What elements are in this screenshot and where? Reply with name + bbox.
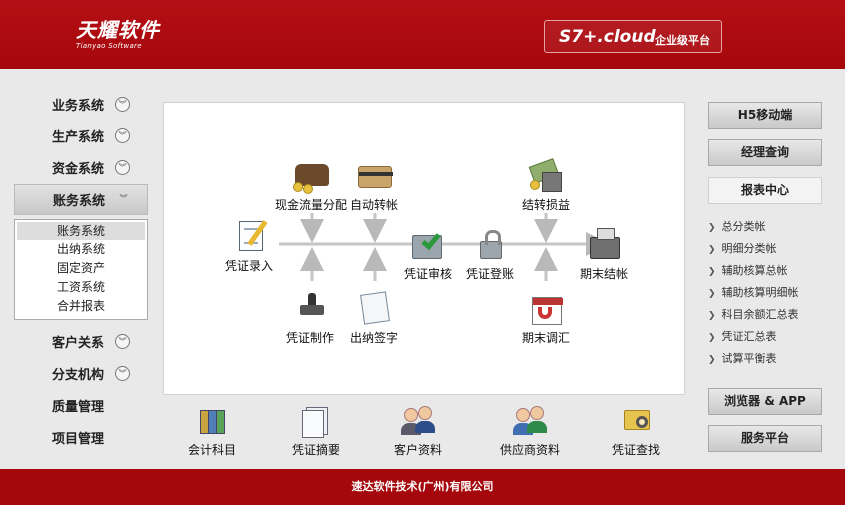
header-bar: 天耀软件 Tianyao Software S7+.cloud 企业级平台 [0,0,845,69]
report-center-header[interactable]: 报表中心 [708,177,822,204]
arrow-right-icon: ❯ [708,267,716,277]
customers-icon [400,404,436,436]
platform-label: 企业级平台 [655,34,710,47]
chevron-down-icon[interactable]: ︾ [115,127,130,143]
arrow-right-icon: ❯ [708,245,716,255]
report-link-aux-detail[interactable]: ❯ 辅助核算明细帐 [708,284,799,300]
accounting-submenu: 账务系统 出纳系统 固定资产 工资系统 合并报表 [14,219,148,320]
signed-paper-icon [354,291,394,327]
nav-item-projects[interactable]: 项目管理 [14,423,148,451]
nav-item-production[interactable]: 生产系统 ︾ [14,121,148,149]
report-link-balance-summary[interactable]: ❯ 科目余额汇总表 [708,306,799,322]
nav-label: 质量管理 [52,399,105,415]
nav-item-quality[interactable]: 质量管理 [14,391,148,419]
nav-label: 账务系统 [53,194,106,209]
manager-query-button[interactable]: 经理查询 [708,139,822,166]
product-name: S7+.cloud [559,27,656,47]
document-stack-icon [298,404,334,438]
chevron-down-icon[interactable]: ︾ [116,192,131,207]
node-cashier-sign[interactable]: 出纳签字 [344,291,404,346]
flow-panel: 凭证录入 现金流量分配 自动转帐 凭证审核 凭证登账 结转损益 期末结帐 凭证制… [163,102,685,395]
nav-label: 业务系统 [52,98,105,114]
suppliers-icon [512,404,548,436]
node-cash-flow[interactable]: 现金流量分配 [268,158,354,213]
submenu-item-accounting[interactable]: 账务系统 [17,222,145,240]
nav-item-crm[interactable]: 客户关系 ︾ [14,327,148,355]
browser-app-button[interactable]: 浏览器 & APP [708,388,822,415]
footer-bar: 速达软件技术(广州)有限公司 [0,469,845,505]
cash-register-icon [584,227,624,263]
service-platform-button[interactable]: 服务平台 [708,425,822,452]
quick-customer-info[interactable]: 客户资料 [386,404,450,458]
nav-label: 客户关系 [52,335,105,351]
node-carry-forward[interactable]: 结转损益 [516,158,576,213]
chevron-down-icon[interactable]: ︾ [115,96,130,112]
node-voucher-entry[interactable]: 凭证录入 [214,219,284,274]
node-period-close[interactable]: 期末结帐 [574,227,634,282]
nav-label: 分支机构 [52,367,105,383]
logo-english: Tianyao Software [76,42,142,50]
quick-accounting-subjects[interactable]: 会计科目 [180,404,244,458]
chevron-down-icon[interactable]: ︾ [115,365,130,381]
product-brand-box: S7+.cloud 企业级平台 [544,20,722,53]
node-voucher-post[interactable]: 凭证登账 [460,227,520,282]
submenu-item-cashier[interactable]: 出纳系统 [15,240,147,259]
arrow-right-icon: ❯ [708,311,716,321]
document-pencil-icon [229,219,269,255]
arrow-right-icon: ❯ [708,289,716,299]
books-icon [194,404,230,436]
nav-item-accounting[interactable]: 账务系统 ︾ [14,184,148,215]
wallet-icon [291,158,331,194]
report-link-general-ledger[interactable]: ❯ 总分类帐 [708,218,766,234]
quick-supplier-info[interactable]: 供应商资料 [492,404,568,458]
node-period-adjust[interactable]: 期末调汇 [516,291,576,346]
nav-item-business[interactable]: 业务系统 ︾ [14,90,148,118]
arrow-right-icon: ❯ [708,355,716,365]
stamp-icon [290,291,330,327]
quick-voucher-summary[interactable]: 凭证摘要 [284,404,348,458]
submenu-item-payroll[interactable]: 工资系统 [15,278,147,297]
chevron-down-icon[interactable]: ︾ [115,333,130,349]
report-link-voucher-summary[interactable]: ❯ 凭证汇总表 [708,328,777,344]
cash-calculator-icon [526,158,566,194]
folder-search-icon [618,404,654,436]
nav-label: 项目管理 [52,431,105,447]
node-voucher-review[interactable]: 凭证审核 [398,227,458,282]
report-link-detail-ledger[interactable]: ❯ 明细分类帐 [708,240,777,256]
chevron-down-icon[interactable]: ︾ [115,159,130,175]
node-auto-transfer[interactable]: 自动转帐 [344,158,404,213]
arrow-right-icon: ❯ [708,333,716,343]
h5-mobile-button[interactable]: H5移动端 [708,102,822,129]
folder-check-icon [408,227,448,263]
report-link-aux-general[interactable]: ❯ 辅助核算总帐 [708,262,788,278]
card-icon [354,158,394,194]
report-link-trial-balance[interactable]: ❯ 试算平衡表 [708,350,777,366]
calendar-magnet-icon [526,291,566,327]
nav-item-branches[interactable]: 分支机构 ︾ [14,359,148,387]
footer-company: 速达软件技术(广州)有限公司 [351,480,494,493]
lock-icon [470,227,510,263]
arrow-right-icon: ❯ [708,223,716,233]
logo-chinese: 天耀软件 [76,18,160,42]
nav-item-funds[interactable]: 资金系统 ︾ [14,153,148,181]
quick-voucher-search[interactable]: 凭证查找 [604,404,668,458]
node-voucher-make[interactable]: 凭证制作 [280,291,340,346]
company-logo: 天耀软件 Tianyao Software [76,14,160,50]
submenu-item-fixed-assets[interactable]: 固定资产 [15,259,147,278]
nav-label: 生产系统 [52,129,105,145]
submenu-item-consolidated[interactable]: 合并报表 [15,297,147,316]
nav-label: 资金系统 [52,161,105,177]
